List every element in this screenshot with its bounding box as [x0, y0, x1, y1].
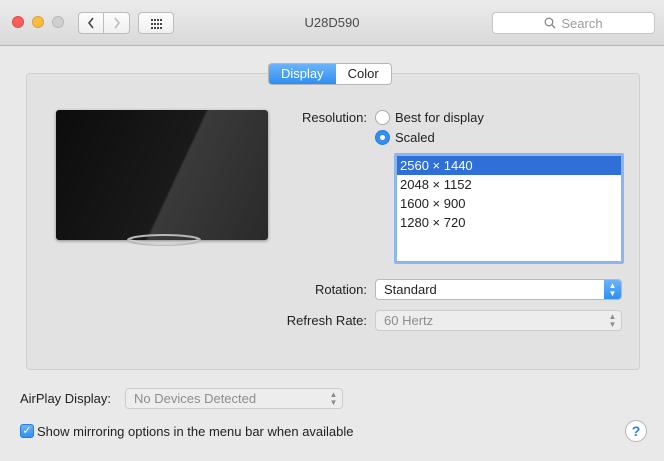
rotation-value: Standard — [384, 282, 437, 297]
mirroring-label: Show mirroring options in the menu bar w… — [37, 424, 354, 439]
resolution-option-2048[interactable]: 2048 × 1152 — [397, 175, 621, 194]
tab-color[interactable]: Color — [335, 64, 391, 84]
tab-bar: Display Color — [268, 63, 392, 85]
help-button[interactable]: ? — [625, 420, 647, 442]
updown-arrow-icon: ▲ ▼ — [608, 311, 617, 329]
scaled-label: Scaled — [395, 130, 435, 145]
airplay-select[interactable]: No Devices Detected ▲ ▼ — [125, 388, 343, 409]
best-for-display-label: Best for display — [395, 110, 484, 125]
search-icon — [544, 17, 556, 29]
resolution-option-1600[interactable]: 1600 × 900 — [397, 194, 621, 213]
refresh-rate-value: 60 Hertz — [384, 313, 434, 328]
best-for-display-radio[interactable] — [375, 110, 390, 125]
title-bar: U28D590 Search — [0, 0, 664, 46]
updown-arrow-icon: ▲ ▼ — [329, 389, 338, 407]
resolution-label: Resolution: — [301, 110, 367, 125]
resolution-option-1280[interactable]: 1280 × 720 — [397, 213, 621, 232]
updown-arrow-icon: ▲ ▼ — [604, 280, 621, 299]
refresh-rate-label: Refresh Rate: — [286, 313, 367, 328]
monitor-image — [56, 110, 268, 240]
rotation-select[interactable]: Standard ▲ ▼ — [375, 279, 622, 300]
airplay-label: AirPlay Display: — [20, 391, 112, 406]
refresh-rate-select[interactable]: 60 Hertz ▲ ▼ — [375, 310, 622, 331]
resolution-list[interactable]: 2560 × 1440 2048 × 1152 1600 × 900 1280 … — [394, 153, 624, 264]
tab-display[interactable]: Display — [269, 64, 336, 84]
monitor-stand-icon — [127, 234, 201, 246]
scaled-radio[interactable] — [375, 130, 390, 145]
search-placeholder: Search — [561, 15, 603, 31]
mirroring-checkbox[interactable]: ✓ — [20, 424, 34, 438]
resolution-option-2560[interactable]: 2560 × 1440 — [397, 156, 621, 175]
search-field[interactable]: Search — [492, 12, 655, 34]
rotation-label: Rotation: — [314, 282, 367, 297]
airplay-value: No Devices Detected — [134, 391, 257, 406]
